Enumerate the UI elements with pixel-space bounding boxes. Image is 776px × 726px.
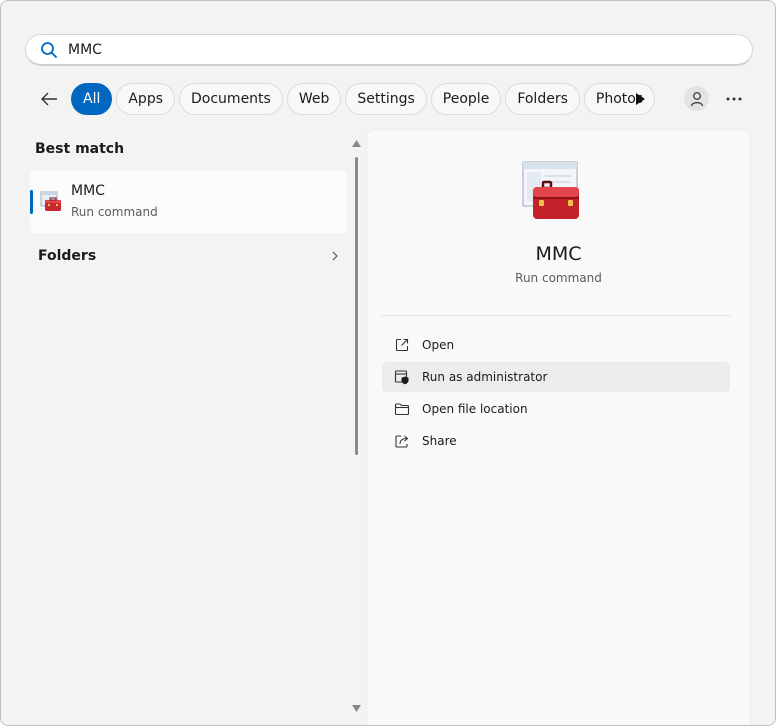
search-box[interactable] (25, 34, 753, 66)
share-icon (395, 435, 409, 448)
filter-apps[interactable]: Apps (116, 83, 176, 115)
search-icon (41, 41, 57, 58)
results-scrollbar[interactable] (351, 137, 363, 719)
detail-subtitle: Run command (515, 271, 602, 285)
search-window: All Apps Documents Web Settings People F… (0, 0, 776, 726)
ellipsis-icon (726, 97, 742, 101)
mmc-large-icon (522, 161, 579, 219)
best-match-result[interactable]: MMC Run command (30, 171, 347, 233)
shield-admin-icon (394, 370, 409, 385)
scroll-down-icon[interactable] (352, 705, 361, 712)
selection-indicator (30, 190, 33, 214)
action-run-as-admin[interactable]: Run as administrator (382, 362, 730, 392)
back-button[interactable] (37, 87, 61, 111)
chevron-right-icon (332, 251, 338, 261)
results-pane: Best match MMC Run command Folders (1, 129, 363, 725)
play-arrow-icon (636, 93, 645, 105)
scrollbar-thumb[interactable] (355, 157, 358, 455)
action-open-file-location[interactable]: Open file location (382, 394, 730, 424)
folder-icon (394, 403, 410, 416)
action-label: Run as administrator (422, 370, 548, 384)
filter-folders[interactable]: Folders (505, 83, 580, 115)
filter-settings[interactable]: Settings (345, 83, 427, 115)
result-type: Run command (71, 205, 158, 219)
action-list: Open Run as administrator Open file loca… (382, 330, 730, 458)
filter-documents[interactable]: Documents (179, 83, 283, 115)
scroll-up-icon[interactable] (352, 140, 361, 147)
more-options-button[interactable] (723, 87, 745, 111)
open-external-icon (395, 338, 409, 352)
more-filters-button[interactable] (631, 90, 649, 108)
mmc-app-icon (40, 191, 61, 211)
folders-category[interactable]: Folders (30, 241, 347, 271)
action-label: Open (422, 338, 455, 352)
detail-title: MMC (535, 243, 582, 265)
filter-chips: All Apps Documents Web Settings People F… (71, 83, 656, 115)
detail-pane: MMC Run command Open Run as administrato… (366, 129, 751, 725)
filter-web[interactable]: Web (286, 83, 342, 115)
detail-divider (382, 315, 730, 316)
person-icon (690, 91, 703, 106)
folders-heading: Folders (38, 248, 97, 264)
action-share[interactable]: Share (382, 426, 730, 456)
filter-all[interactable]: All (71, 83, 113, 115)
action-open[interactable]: Open (382, 330, 730, 360)
action-label: Open file location (422, 402, 528, 416)
best-match-heading: Best match (35, 141, 125, 157)
account-button[interactable] (684, 86, 709, 111)
result-name: MMC (71, 183, 105, 199)
filter-people[interactable]: People (430, 83, 502, 115)
back-arrow-icon (41, 92, 57, 106)
search-input[interactable] (68, 41, 668, 58)
action-label: Share (422, 434, 457, 448)
